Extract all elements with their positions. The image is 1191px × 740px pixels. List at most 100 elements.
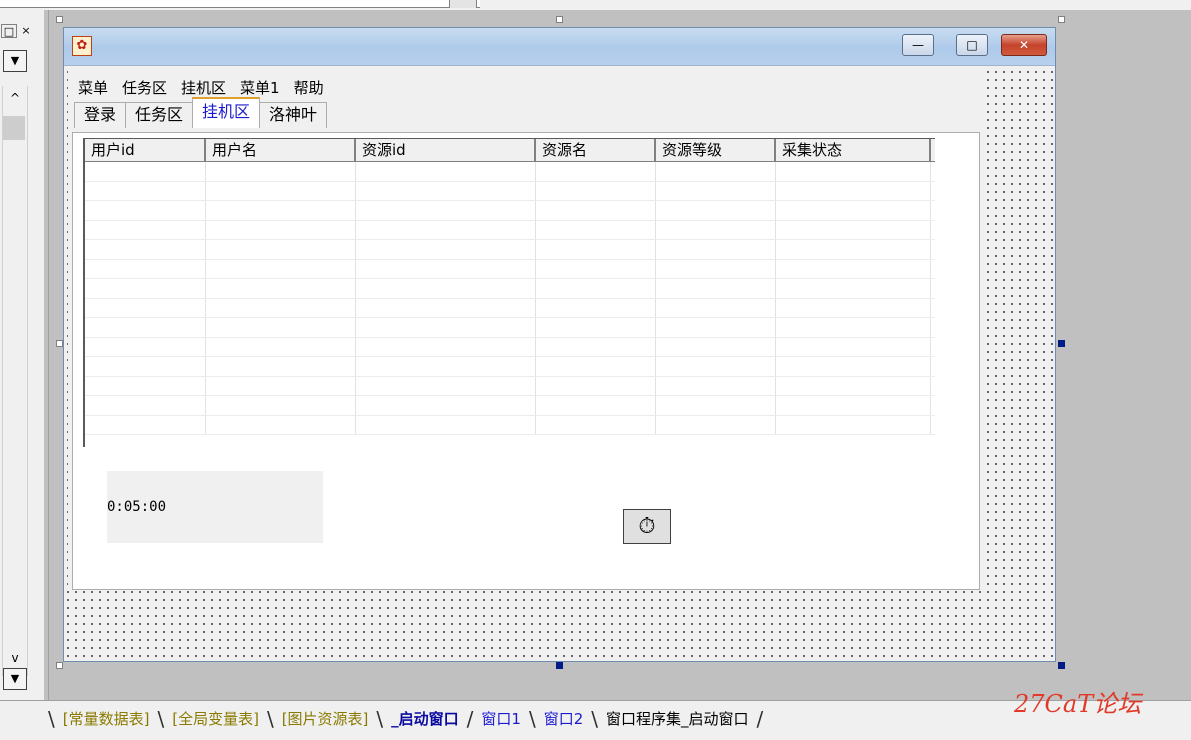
panel-close-button[interactable]: × [18,24,34,38]
column-header-username[interactable]: 用户名 [206,139,356,161]
table-row[interactable] [85,357,935,377]
column-header-resource-id[interactable]: 资源id [356,139,536,161]
tab-window2[interactable]: 窗口2 [536,706,592,732]
column-header-resource-level[interactable]: 资源等级 [656,139,776,161]
table-row[interactable] [85,337,935,357]
table-cell[interactable] [356,240,536,259]
table-cell[interactable] [206,162,356,181]
table-cell[interactable] [206,279,356,298]
tab-idle-area[interactable]: 挂机区 [192,97,261,128]
table-cell[interactable] [206,298,356,317]
table-cell[interactable] [356,181,536,200]
table-cell[interactable] [85,240,206,259]
scroll-up-icon[interactable]: ^ [3,88,27,108]
table-cell[interactable] [85,357,206,376]
table-cell[interactable] [776,318,931,337]
table-cell[interactable] [776,181,931,200]
table-cell[interactable] [85,318,206,337]
table-cell[interactable] [356,396,536,415]
table-cell[interactable] [536,298,656,317]
table-cell[interactable] [536,220,656,239]
table-cell[interactable] [776,396,931,415]
panel-dropdown-button[interactable]: ▼ [3,50,27,72]
table-cell[interactable] [85,298,206,317]
table-cell[interactable] [536,357,656,376]
table-cell[interactable] [356,220,536,239]
table-cell[interactable] [776,162,931,181]
table-row[interactable] [85,376,935,396]
table-cell[interactable] [776,259,931,278]
table-row[interactable] [85,298,935,318]
table-cell[interactable] [656,220,776,239]
tab-global-var-table[interactable]: [全局变量表] [164,706,267,732]
menu-item-task-area[interactable]: 任务区 [120,77,169,98]
table-cell[interactable] [656,279,776,298]
table-cell[interactable] [206,376,356,395]
table-row[interactable] [85,220,935,240]
scroll-down-icon[interactable]: v [3,648,27,668]
tab-constant-table[interactable]: [常量数据表] [55,706,158,732]
resize-handle-selected[interactable] [1058,340,1065,347]
table-cell[interactable] [85,279,206,298]
table-cell[interactable] [85,259,206,278]
table-cell[interactable] [206,415,356,434]
table-cell[interactable] [356,279,536,298]
table-cell[interactable] [85,181,206,200]
table-cell[interactable] [656,337,776,356]
table-cell[interactable] [776,279,931,298]
resize-handle[interactable] [1058,16,1065,23]
table-cell[interactable] [776,220,931,239]
column-header-user-id[interactable]: 用户id [85,139,206,161]
table-cell[interactable] [356,318,536,337]
table-cell[interactable] [85,376,206,395]
table-cell[interactable] [656,415,776,434]
table-cell[interactable] [356,201,536,220]
table-row[interactable] [85,181,935,201]
table-cell[interactable] [206,396,356,415]
column-header-collect-status[interactable]: 采集状态 [776,139,931,161]
column-header-resource-name[interactable]: 资源名 [536,139,656,161]
table-cell[interactable] [776,337,931,356]
tab-window-assembly[interactable]: 窗口程序集_启动窗口 [598,706,757,732]
table-cell[interactable] [776,298,931,317]
resource-table[interactable]: 用户id 用户名 资源id 资源名 资源等级 采集状态 [83,138,935,447]
table-cell[interactable] [776,376,931,395]
object-combo-dropdown-button[interactable] [449,0,477,8]
table-cell[interactable] [356,357,536,376]
panel-pin-button[interactable]: □ [1,24,17,38]
table-cell[interactable] [536,181,656,200]
table-cell[interactable] [356,259,536,278]
table-cell[interactable] [536,259,656,278]
resize-handle[interactable] [56,340,63,347]
table-row[interactable] [85,279,935,299]
table-row[interactable] [85,240,935,260]
resize-handle[interactable] [556,16,563,23]
timer-icon[interactable]: ⏱ [623,509,671,544]
table-cell[interactable] [656,181,776,200]
table-cell[interactable] [206,337,356,356]
table-cell[interactable] [656,376,776,395]
table-cell[interactable] [356,415,536,434]
table-cell[interactable] [536,396,656,415]
table-cell[interactable] [656,357,776,376]
table-cell[interactable] [206,240,356,259]
table-cell[interactable] [206,201,356,220]
table-cell[interactable] [656,318,776,337]
tab-task-area[interactable]: 任务区 [125,102,194,128]
table-cell[interactable] [85,201,206,220]
table-cell[interactable] [536,201,656,220]
table-row[interactable] [85,318,935,338]
resize-handle[interactable] [56,662,63,669]
table-cell[interactable] [656,396,776,415]
table-cell[interactable] [85,220,206,239]
scroll-thumb[interactable] [3,116,25,140]
form-window[interactable]: ✿ — □ ✕ 菜单 任务区 挂机区 菜单1 帮助 登录 任务区 挂机区 洛神叶… [63,27,1056,662]
table-cell[interactable] [356,376,536,395]
panel-dropdown-button-bottom[interactable]: ▼ [3,668,27,690]
table-cell[interactable] [536,318,656,337]
table-cell[interactable] [656,298,776,317]
resize-handle[interactable] [56,16,63,23]
tab-luoshen-leaf[interactable]: 洛神叶 [259,102,328,128]
tab-startup-window[interactable]: _启动窗口 [383,706,467,732]
table-cell[interactable] [656,240,776,259]
